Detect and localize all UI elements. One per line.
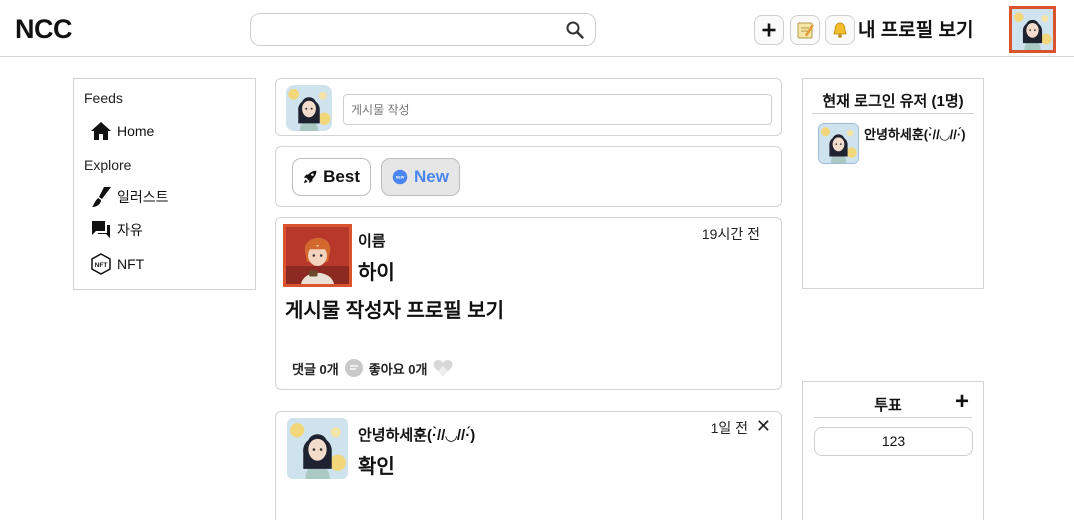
notification-button[interactable] [825, 15, 855, 45]
post-card[interactable]: 이름 하이 19시간 전 게시물 작성자 프로필 보기 댓글 0개 좋아요 0개 [275, 217, 782, 390]
tab-best-label: Best [323, 167, 360, 186]
tab-new[interactable]: NEW New [381, 158, 460, 196]
sidebar-item-illustration[interactable]: 일러스트 [90, 185, 169, 209]
feeds-heading: Feeds [84, 90, 123, 106]
post-compose-input[interactable] [343, 94, 772, 125]
post-body: 게시물 작성자 프로필 보기 [285, 300, 505, 322]
sidebar-item-nft[interactable]: NFT NFT [90, 252, 144, 276]
nft-icon: NFT [91, 253, 111, 275]
brush-icon [92, 187, 111, 207]
post-author[interactable]: 이름 [358, 230, 386, 251]
online-users-panel: 현재 로그인 유저 (1명) 안녕하세훈(·̀//◡//·́) [802, 78, 984, 289]
post-author-avatar[interactable] [287, 418, 348, 479]
post-time: 1일 전 [710, 420, 748, 436]
plus-icon [762, 23, 776, 37]
sidebar-item-free[interactable]: 자유 [90, 218, 143, 242]
sidebar-item-label: 자유 [117, 222, 143, 238]
search-bar[interactable] [250, 13, 596, 46]
write-post-button[interactable] [790, 15, 820, 45]
post-title: 확인 [358, 456, 395, 478]
close-icon[interactable]: ✕ [756, 416, 771, 437]
sidebar-item-label: Home [117, 123, 155, 139]
online-users-title: 현재 로그인 유저 (1명) [822, 93, 964, 110]
comment-count: 댓글 0개 [292, 361, 339, 377]
svg-text:NFT: NFT [95, 262, 108, 269]
post-author[interactable]: 안녕하세훈(·̀//◡//·́) [358, 424, 475, 445]
bell-icon [833, 22, 847, 38]
left-sidebar: Feeds Home Explore 일러스트 자유 NFT NFT [73, 78, 256, 290]
memo-icon [797, 22, 814, 39]
my-profile-link[interactable]: 내 프로필 보기 [858, 15, 973, 42]
like-count: 좋아요 0개 [368, 361, 428, 377]
online-user-item[interactable]: 안녕하세훈(·̀//◡//·́) [818, 123, 979, 164]
svg-text:NEW: NEW [396, 175, 405, 179]
sidebar-item-label: 일러스트 [117, 189, 169, 205]
vote-item[interactable]: 123 [814, 427, 973, 456]
rocket-icon [303, 170, 317, 184]
add-button[interactable] [754, 15, 784, 45]
vote-panel: 투표 + 123 [802, 381, 984, 520]
new-badge-icon: NEW [392, 169, 408, 185]
composer-avatar [286, 85, 332, 131]
divider [814, 417, 972, 418]
post-stats: 댓글 0개 좋아요 0개 [292, 358, 454, 378]
post-card[interactable]: 안녕하세훈(·̀//◡//·́) 확인 1일 전 ✕ [275, 411, 782, 520]
home-icon [91, 122, 111, 140]
heart-icon[interactable] [432, 358, 454, 378]
post-title: 하이 [358, 262, 395, 284]
sidebar-item-home[interactable]: Home [90, 119, 154, 143]
search-input[interactable] [261, 20, 561, 40]
online-user-name: 안녕하세훈(·̀//◡//·́) [864, 127, 966, 142]
divider [812, 113, 974, 114]
chat-icon [92, 221, 110, 238]
comment-icon[interactable] [344, 358, 364, 378]
explore-heading: Explore [84, 157, 132, 173]
sidebar-item-label: NFT [117, 256, 145, 272]
top-header: NCC 내 프로필 보기 [0, 0, 1074, 57]
search-icon[interactable] [565, 20, 585, 40]
post-time: 19시간 전 [701, 226, 760, 242]
tab-new-label: New [414, 167, 449, 186]
user-avatar[interactable] [1009, 6, 1056, 53]
add-vote-button[interactable]: + [955, 390, 969, 414]
tab-best[interactable]: Best [292, 158, 371, 196]
vote-title: 투표 [874, 397, 902, 414]
feed-tabs: Best NEW New [275, 146, 782, 207]
post-author-avatar[interactable] [283, 224, 352, 287]
online-user-avatar [818, 123, 859, 164]
post-composer [275, 78, 782, 136]
logo[interactable]: NCC [15, 14, 73, 45]
